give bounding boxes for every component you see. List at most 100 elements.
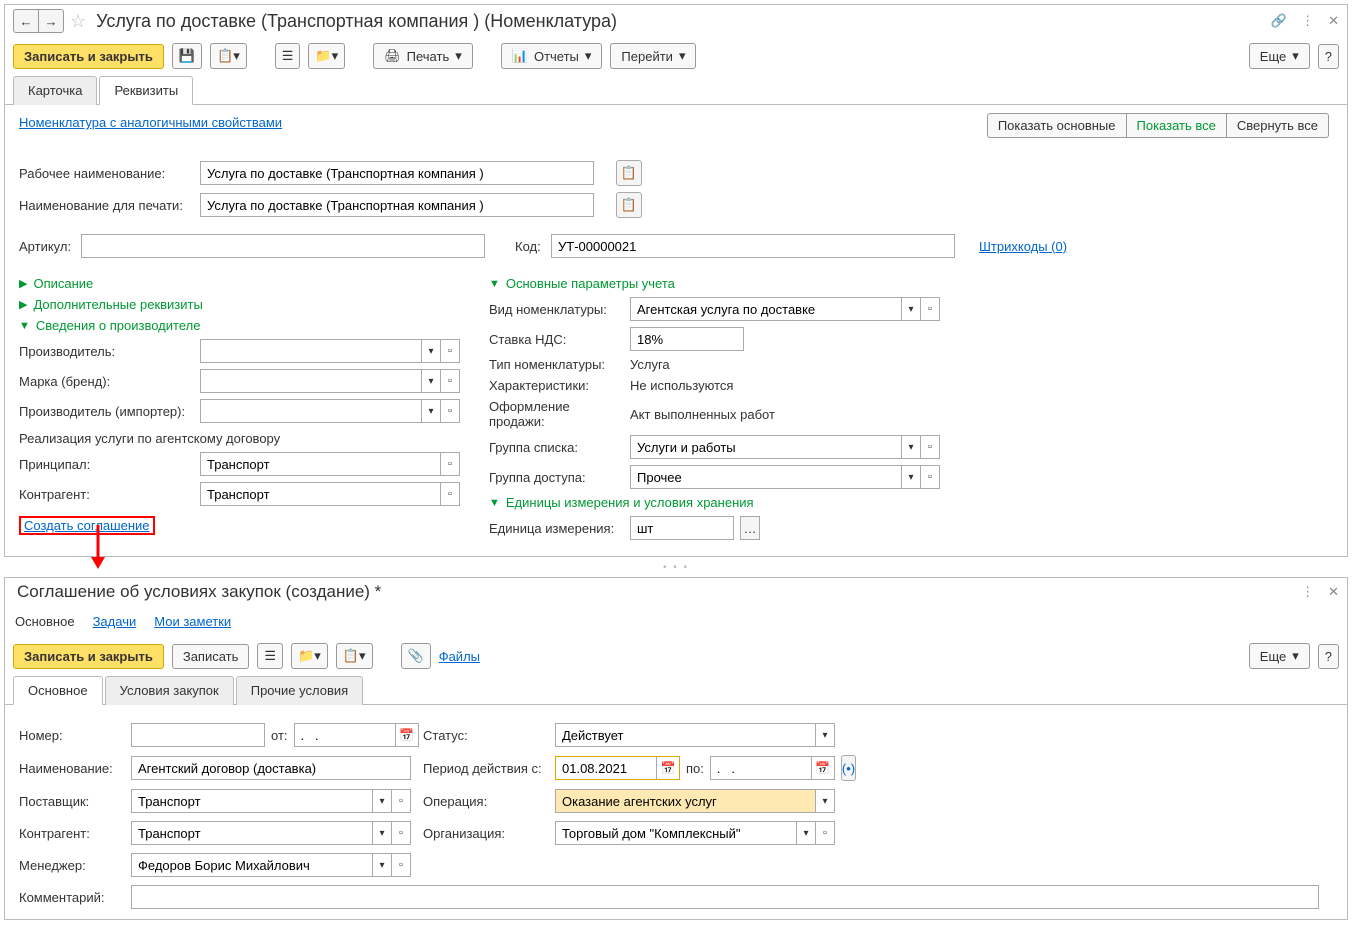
brand-input[interactable] (200, 369, 421, 393)
calendar-icon[interactable]: 📅 (395, 723, 419, 747)
tab-conditions[interactable]: Условия закупок (105, 676, 234, 705)
counterparty-input-bottom[interactable] (131, 821, 372, 845)
kebab-icon[interactable]: ⋮ (1301, 13, 1314, 29)
similar-link[interactable]: Номенклатура с аналогичными свойствами (19, 115, 282, 130)
dropdown-icon[interactable]: ▾ (421, 369, 440, 393)
section-manufacturer[interactable]: ▼Сведения о производителе (19, 318, 469, 333)
folder-button[interactable]: 📁▾ (308, 43, 345, 69)
number-input[interactable] (131, 723, 265, 747)
open-icon[interactable]: ▫ (440, 452, 460, 476)
open-icon[interactable]: ▫ (920, 297, 940, 321)
open-icon[interactable]: ▫ (920, 465, 940, 489)
copy-name-icon[interactable]: 📋 (616, 160, 642, 186)
more-button-bottom[interactable]: Еще ▾ (1249, 643, 1310, 669)
save-button[interactable]: 💾 (172, 43, 202, 69)
kind-input[interactable] (630, 297, 901, 321)
tab-main[interactable]: Основное (13, 676, 103, 705)
copy-button-bottom[interactable]: 📋▾ (336, 643, 373, 669)
dropdown-icon[interactable]: ▾ (421, 399, 440, 423)
folder-button-bottom[interactable]: 📁▾ (291, 643, 328, 669)
section-main-params[interactable]: ▼Основные параметры учета (489, 276, 1319, 291)
save-close-button[interactable]: Записать и закрыть (13, 44, 164, 69)
calendar-icon[interactable]: 📅 (811, 756, 835, 780)
tab-card[interactable]: Карточка (13, 76, 97, 105)
calendar-icon[interactable]: 📅 (656, 757, 679, 779)
print-name-input[interactable] (200, 193, 594, 217)
open-icon[interactable]: ▫ (391, 853, 411, 877)
dropdown-icon[interactable]: ▾ (796, 821, 815, 845)
tab-other[interactable]: Прочие условия (236, 676, 363, 705)
splitter[interactable]: • • • (0, 561, 1352, 573)
open-icon[interactable]: ▫ (440, 482, 460, 506)
dropdown-icon[interactable]: ▾ (815, 723, 835, 747)
copy-print-name-icon[interactable]: 📋 (616, 192, 642, 218)
date-from-input[interactable] (294, 723, 395, 747)
save-close-button-bottom[interactable]: Записать и закрыть (13, 644, 164, 669)
copy-button[interactable]: 📋▾ (210, 43, 247, 69)
work-name-input[interactable] (200, 161, 594, 185)
close-icon[interactable]: ✕ (1328, 584, 1339, 600)
operation-input[interactable] (555, 789, 815, 813)
dropdown-icon[interactable]: ▾ (372, 853, 391, 877)
code-input[interactable] (551, 234, 955, 258)
favorite-star-icon[interactable]: ☆ (70, 11, 86, 32)
files-link[interactable]: Файлы (439, 649, 480, 664)
open-icon[interactable]: ▫ (391, 821, 411, 845)
open-icon[interactable]: ▫ (391, 789, 411, 813)
dropdown-icon[interactable]: ▾ (421, 339, 440, 363)
name-input[interactable] (131, 756, 411, 780)
period-extra-icon[interactable]: (•) (841, 755, 856, 781)
help-button[interactable]: ? (1318, 44, 1339, 69)
manager-input[interactable] (131, 853, 372, 877)
manufacturer-input[interactable] (200, 339, 421, 363)
create-agreement-link[interactable]: Создать соглашение (24, 518, 150, 533)
dropdown-icon[interactable]: ▾ (901, 465, 920, 489)
nav-main[interactable]: Основное (15, 614, 75, 629)
period-to-input[interactable] (710, 756, 811, 780)
list-group-input[interactable] (630, 435, 901, 459)
dropdown-icon[interactable]: ▾ (901, 435, 920, 459)
show-all-button[interactable]: Показать все (1126, 113, 1227, 138)
show-main-button[interactable]: Показать основные (987, 113, 1127, 138)
open-icon[interactable]: ▫ (815, 821, 835, 845)
open-icon[interactable]: ▫ (440, 399, 460, 423)
help-button-bottom[interactable]: ? (1318, 644, 1339, 669)
dropdown-icon[interactable]: ▾ (372, 821, 391, 845)
status-input[interactable] (555, 723, 815, 747)
vertical-scrollbar[interactable] (1319, 115, 1333, 546)
save-button-bottom[interactable]: Записать (172, 644, 250, 669)
forward-button[interactable]: → (39, 9, 64, 33)
close-icon[interactable]: ✕ (1328, 13, 1339, 29)
open-icon[interactable]: ▫ (440, 369, 460, 393)
open-icon[interactable]: ▫ (920, 435, 940, 459)
dropdown-icon[interactable]: ▾ (901, 297, 920, 321)
vat-input[interactable] (630, 327, 744, 351)
kebab-icon[interactable]: ⋮ (1301, 584, 1314, 600)
dropdown-icon[interactable]: ▾ (372, 789, 391, 813)
tab-props[interactable]: Реквизиты (99, 76, 193, 105)
open-icon[interactable]: ▫ (440, 339, 460, 363)
nav-tasks[interactable]: Задачи (93, 614, 137, 629)
counterparty-input[interactable] (200, 482, 440, 506)
goto-button[interactable]: Перейти ▾ (610, 43, 696, 69)
attach-button[interactable]: 📎 (401, 643, 431, 669)
list-button[interactable]: ☰ (275, 43, 301, 69)
dropdown-icon[interactable]: ▾ (815, 789, 835, 813)
collapse-all-button[interactable]: Свернуть все (1226, 113, 1329, 138)
section-extra[interactable]: ▶Дополнительные реквизиты (19, 297, 469, 312)
link-icon[interactable]: 🔗 (1271, 13, 1287, 29)
organization-input[interactable] (555, 821, 796, 845)
section-units[interactable]: ▼Единицы измерения и условия хранения (489, 495, 1319, 510)
importer-input[interactable] (200, 399, 421, 423)
vertical-scrollbar[interactable] (1319, 715, 1333, 909)
unit-input[interactable] (630, 516, 734, 540)
access-group-input[interactable] (630, 465, 901, 489)
section-description[interactable]: ▶Описание (19, 276, 469, 291)
back-button[interactable]: ← (13, 9, 39, 33)
unit-more-icon[interactable]: … (740, 516, 760, 540)
period-from-input[interactable] (556, 757, 656, 779)
comment-input[interactable] (131, 885, 1319, 909)
list-button-bottom[interactable]: ☰ (257, 643, 283, 669)
supplier-input[interactable] (131, 789, 372, 813)
article-input[interactable] (81, 234, 485, 258)
